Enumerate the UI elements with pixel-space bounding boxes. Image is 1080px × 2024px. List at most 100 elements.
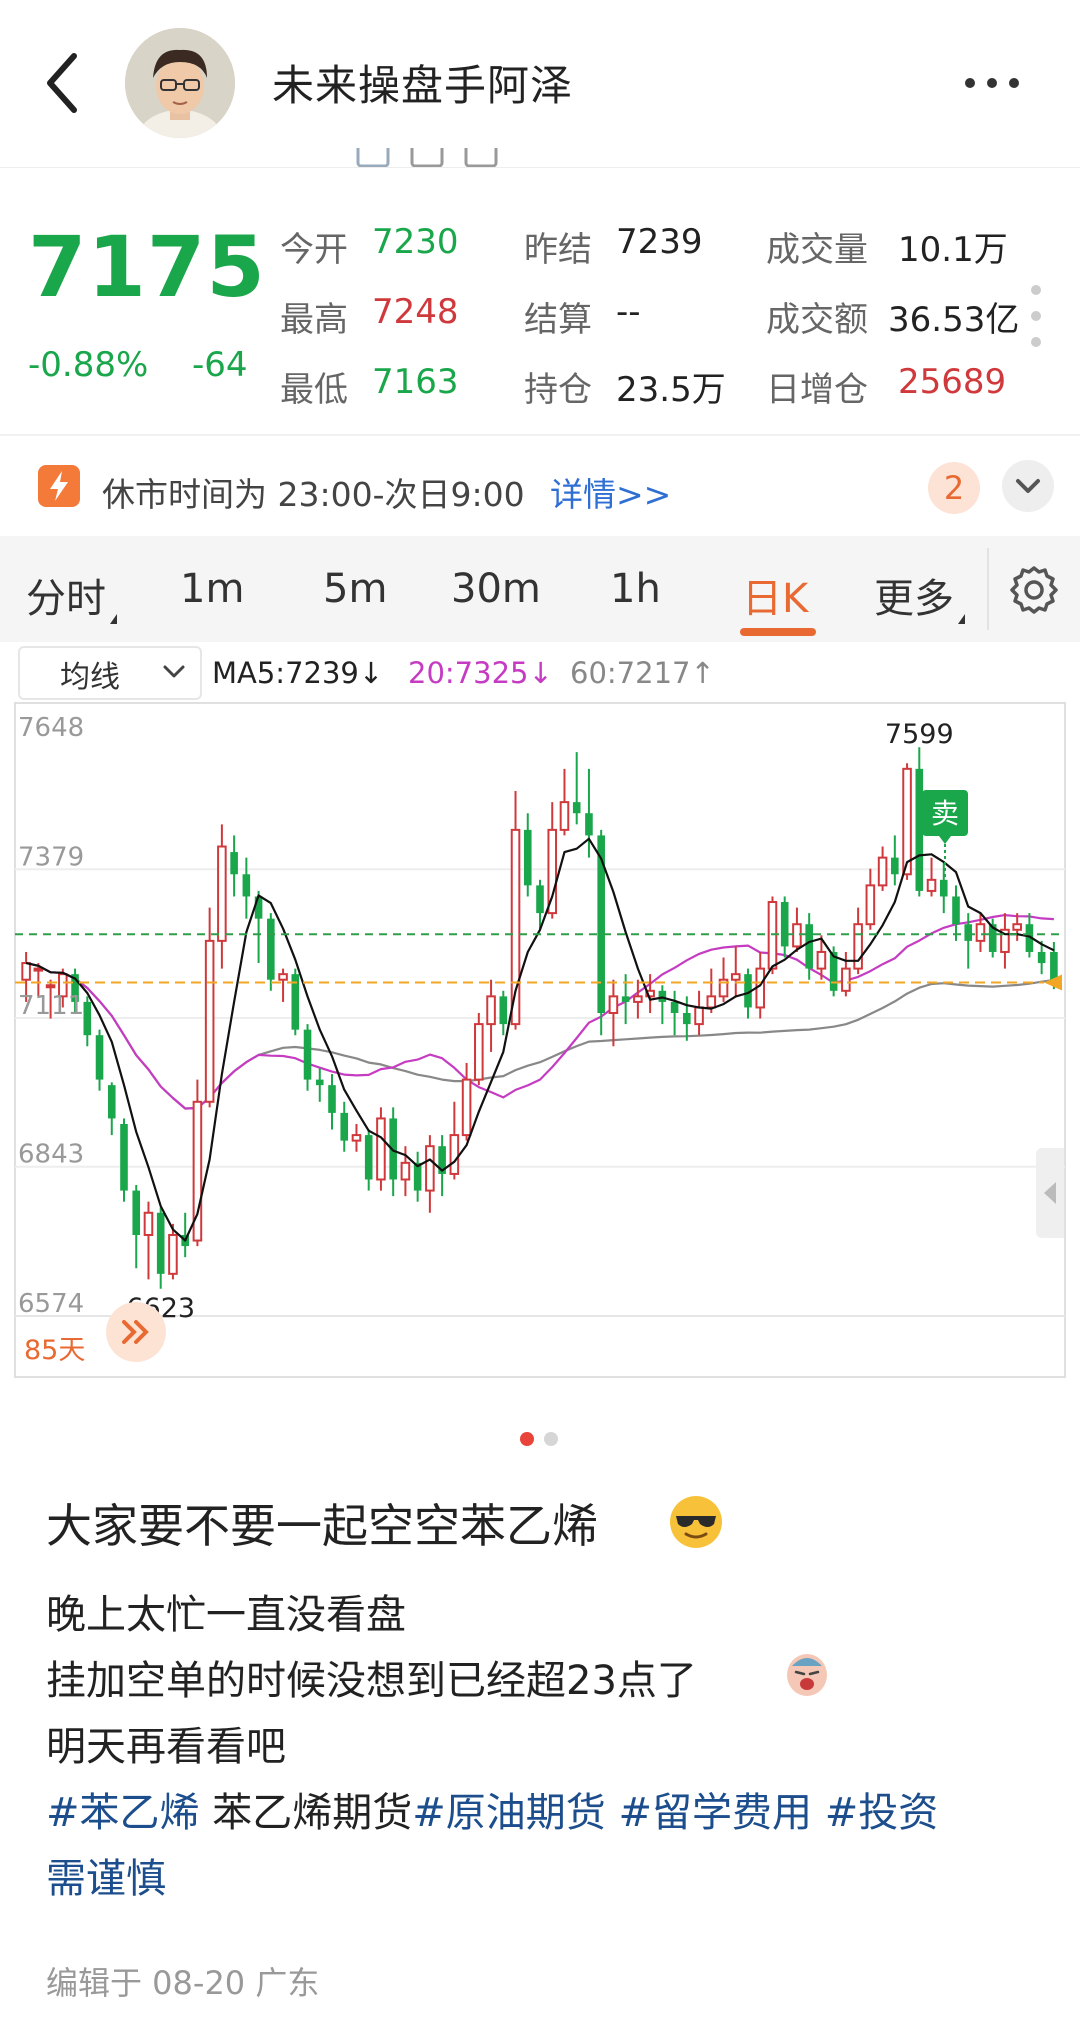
candle-body	[449, 1134, 460, 1175]
candle-body	[33, 967, 44, 972]
candle-body	[633, 995, 643, 1003]
candle-body	[340, 1112, 349, 1141]
post-line: 晚上太忙一直没看盘	[46, 1592, 406, 1638]
candle-body	[425, 1145, 435, 1192]
y-tick-label: 6574	[18, 1289, 84, 1319]
back-arrow-icon[interactable]	[40, 48, 100, 118]
stat-label-daily-oi-change: 日增仓	[766, 370, 868, 410]
change-percent: -0.88%	[28, 345, 149, 385]
stat-label-low: 最低	[280, 370, 348, 410]
carousel-dot-active[interactable]	[520, 1432, 534, 1446]
candle-body	[499, 996, 508, 1025]
candle-body	[217, 845, 227, 942]
market-closed-notice: 休市时间为 23:00-次日9:00	[102, 475, 525, 514]
candle-body	[915, 768, 924, 891]
divider	[0, 167, 1080, 168]
carousel-dot[interactable]	[544, 1432, 558, 1446]
post-text: 苯乙烯期货	[212, 1790, 413, 1836]
sell-marker-label: 卖	[931, 797, 959, 830]
candle-body	[792, 923, 802, 948]
y-tick-label: 7111	[18, 991, 84, 1021]
candle-body	[865, 884, 876, 926]
candle-body	[45, 984, 56, 989]
candle-body	[621, 996, 630, 1002]
avatar[interactable]	[125, 28, 235, 138]
stat-value-low: 7163	[372, 362, 459, 402]
dropdown-corner-icon	[958, 614, 965, 624]
candle-body	[132, 1190, 141, 1235]
post-meta: 编辑于 08-20 广东	[46, 1964, 320, 2002]
scroll-left-icon[interactable]	[106, 1302, 166, 1362]
tab-label: 分时	[26, 576, 106, 622]
ma20-legend: 20:7325↓	[408, 656, 553, 690]
candle-body	[364, 1135, 373, 1180]
collapse-handle[interactable]	[1036, 1148, 1064, 1238]
candle-body	[143, 1211, 154, 1236]
change-value: -64	[192, 345, 248, 385]
candle-body	[474, 1023, 484, 1081]
candle-body	[242, 874, 251, 897]
sunglasses-emoji-icon	[668, 1494, 724, 1550]
candle-body	[706, 995, 717, 1009]
more-options-icon[interactable]	[962, 58, 1022, 108]
stat-label-volume: 成交量	[766, 230, 868, 270]
stat-value-daily-oi-change: 25689	[898, 362, 1007, 402]
username[interactable]: 未来操盘手阿泽	[272, 52, 573, 113]
tab-1h[interactable]: 1h	[610, 566, 661, 612]
candle-body	[536, 885, 544, 914]
candle-body	[767, 901, 778, 970]
details-link[interactable]: 详情>>	[550, 468, 671, 516]
hashtag-link[interactable]: #留学费用	[618, 1790, 812, 1836]
hashtag-link-continued[interactable]: 需谨慎	[46, 1846, 166, 1904]
dropdown-corner-icon	[110, 614, 117, 624]
candle-body	[21, 962, 31, 981]
tab-daily-k[interactable]: 日K	[742, 566, 808, 624]
candle-body	[902, 767, 912, 876]
post-tags-line: #苯乙烯 苯乙烯期货#原油期货 #留学费用 #投资	[46, 1780, 938, 1838]
hashtag-link[interactable]: #苯乙烯	[46, 1790, 200, 1836]
stat-label-open-interest: 持仓	[524, 370, 592, 410]
hashtag-link[interactable]: #原油期货	[412, 1790, 606, 1836]
candle-body	[315, 1079, 324, 1086]
stat-label-open: 今开	[280, 230, 348, 270]
candle-body	[694, 1006, 704, 1026]
post-line: 明天再看看吧	[46, 1724, 286, 1770]
chevron-down-icon	[162, 664, 186, 680]
candle-body	[608, 995, 619, 1015]
stat-value-open: 7230	[372, 222, 459, 262]
candle-body	[204, 939, 215, 1103]
candle-body	[891, 857, 899, 875]
divider	[987, 548, 989, 630]
tab-5m[interactable]: 5m	[323, 566, 387, 612]
notice-count-badge[interactable]: 2	[928, 462, 980, 514]
gear-icon[interactable]	[1006, 562, 1062, 618]
candle-body	[168, 1233, 178, 1275]
candle-body	[926, 878, 937, 892]
candle-body	[400, 1161, 411, 1181]
divider	[0, 434, 1080, 436]
chevron-down-icon[interactable]	[1002, 460, 1054, 512]
kline-chart[interactable]: 76487379711168436574 7599 6623 卖 85天	[14, 702, 1066, 1378]
candle-body	[975, 923, 986, 942]
stat-value-open-interest: 23.5万	[616, 370, 726, 410]
candle-body	[816, 950, 827, 970]
candle-body	[780, 902, 789, 947]
candle-body	[523, 829, 532, 886]
candle-body	[303, 1029, 312, 1080]
candle-body	[877, 856, 888, 887]
tab-1m[interactable]: 1m	[180, 566, 244, 612]
candle-body	[95, 1035, 104, 1080]
stat-label-prev-settle: 昨结	[524, 230, 592, 270]
post-title: 大家要不要一起空空苯乙烯	[46, 1499, 598, 1553]
candle-body	[230, 852, 238, 875]
y-tick-label: 6843	[18, 1140, 84, 1170]
candle-body	[805, 924, 813, 969]
tab-30m[interactable]: 30m	[451, 566, 541, 612]
tab-intraday[interactable]: 分时	[26, 566, 117, 624]
y-tick-label: 7648	[18, 713, 84, 743]
tab-more[interactable]: 更多	[874, 566, 965, 624]
candle-body	[461, 1078, 472, 1137]
expand-dots-icon[interactable]	[1030, 282, 1042, 350]
hashtag-link[interactable]: #投资	[825, 1790, 939, 1836]
indicator-select-label: 均线	[60, 660, 120, 695]
